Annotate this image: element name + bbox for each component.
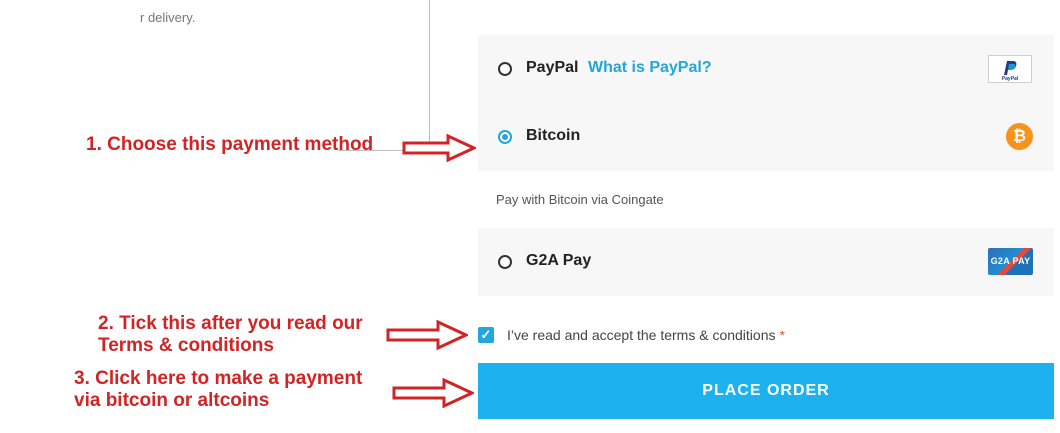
right-arrow-icon bbox=[402, 134, 476, 162]
annotation-step1: 1. Choose this payment method bbox=[86, 134, 374, 155]
payment-method-bitcoin[interactable]: Bitcoin ₿ bbox=[478, 103, 1054, 171]
annotation-step3-line2: via bitcoin or altcoins bbox=[74, 390, 270, 411]
paypal-logo-text: PayPal bbox=[1002, 76, 1019, 82]
right-arrow-icon bbox=[386, 320, 468, 350]
paypal-logo-icon: PayPal bbox=[988, 55, 1032, 83]
bitcoin-radio[interactable] bbox=[498, 130, 512, 144]
terms-checkbox[interactable]: ✓ bbox=[478, 327, 494, 343]
place-order-button[interactable]: PLACE ORDER bbox=[478, 363, 1054, 419]
g2a-pay-icon: G2A PAY bbox=[988, 248, 1033, 275]
annotation-step2-line1: 2. Tick this after you read our bbox=[98, 313, 363, 334]
what-is-paypal-link[interactable]: What is PayPal? bbox=[588, 59, 712, 77]
right-arrow-icon bbox=[392, 378, 474, 408]
left-column-text: r delivery. bbox=[140, 10, 196, 25]
payment-method-label: G2A Pay bbox=[526, 252, 592, 269]
required-mark: * bbox=[779, 327, 785, 343]
check-icon: ✓ bbox=[480, 327, 492, 342]
payment-method-paypal[interactable]: PayPal What is PayPal? PayPal bbox=[478, 35, 1054, 103]
column-divider bbox=[429, 0, 430, 150]
payment-method-label: Bitcoin bbox=[526, 127, 581, 144]
payment-method-g2a[interactable]: G2A Pay G2A PAY bbox=[478, 228, 1054, 296]
annotation-step2-line2: Terms & conditions bbox=[98, 335, 274, 356]
payment-method-label: PayPal bbox=[526, 59, 579, 76]
g2a-radio[interactable] bbox=[498, 255, 512, 269]
bitcoin-icon: ₿ bbox=[1006, 123, 1033, 150]
bitcoin-description: Pay with Bitcoin via Coingate bbox=[496, 192, 664, 207]
annotation-step3-line1: 3. Click here to make a payment bbox=[74, 368, 363, 389]
terms-label[interactable]: I’ve read and accept the terms & conditi… bbox=[507, 327, 785, 343]
terms-text: I’ve read and accept the terms & conditi… bbox=[507, 327, 776, 343]
paypal-radio[interactable] bbox=[498, 62, 512, 76]
